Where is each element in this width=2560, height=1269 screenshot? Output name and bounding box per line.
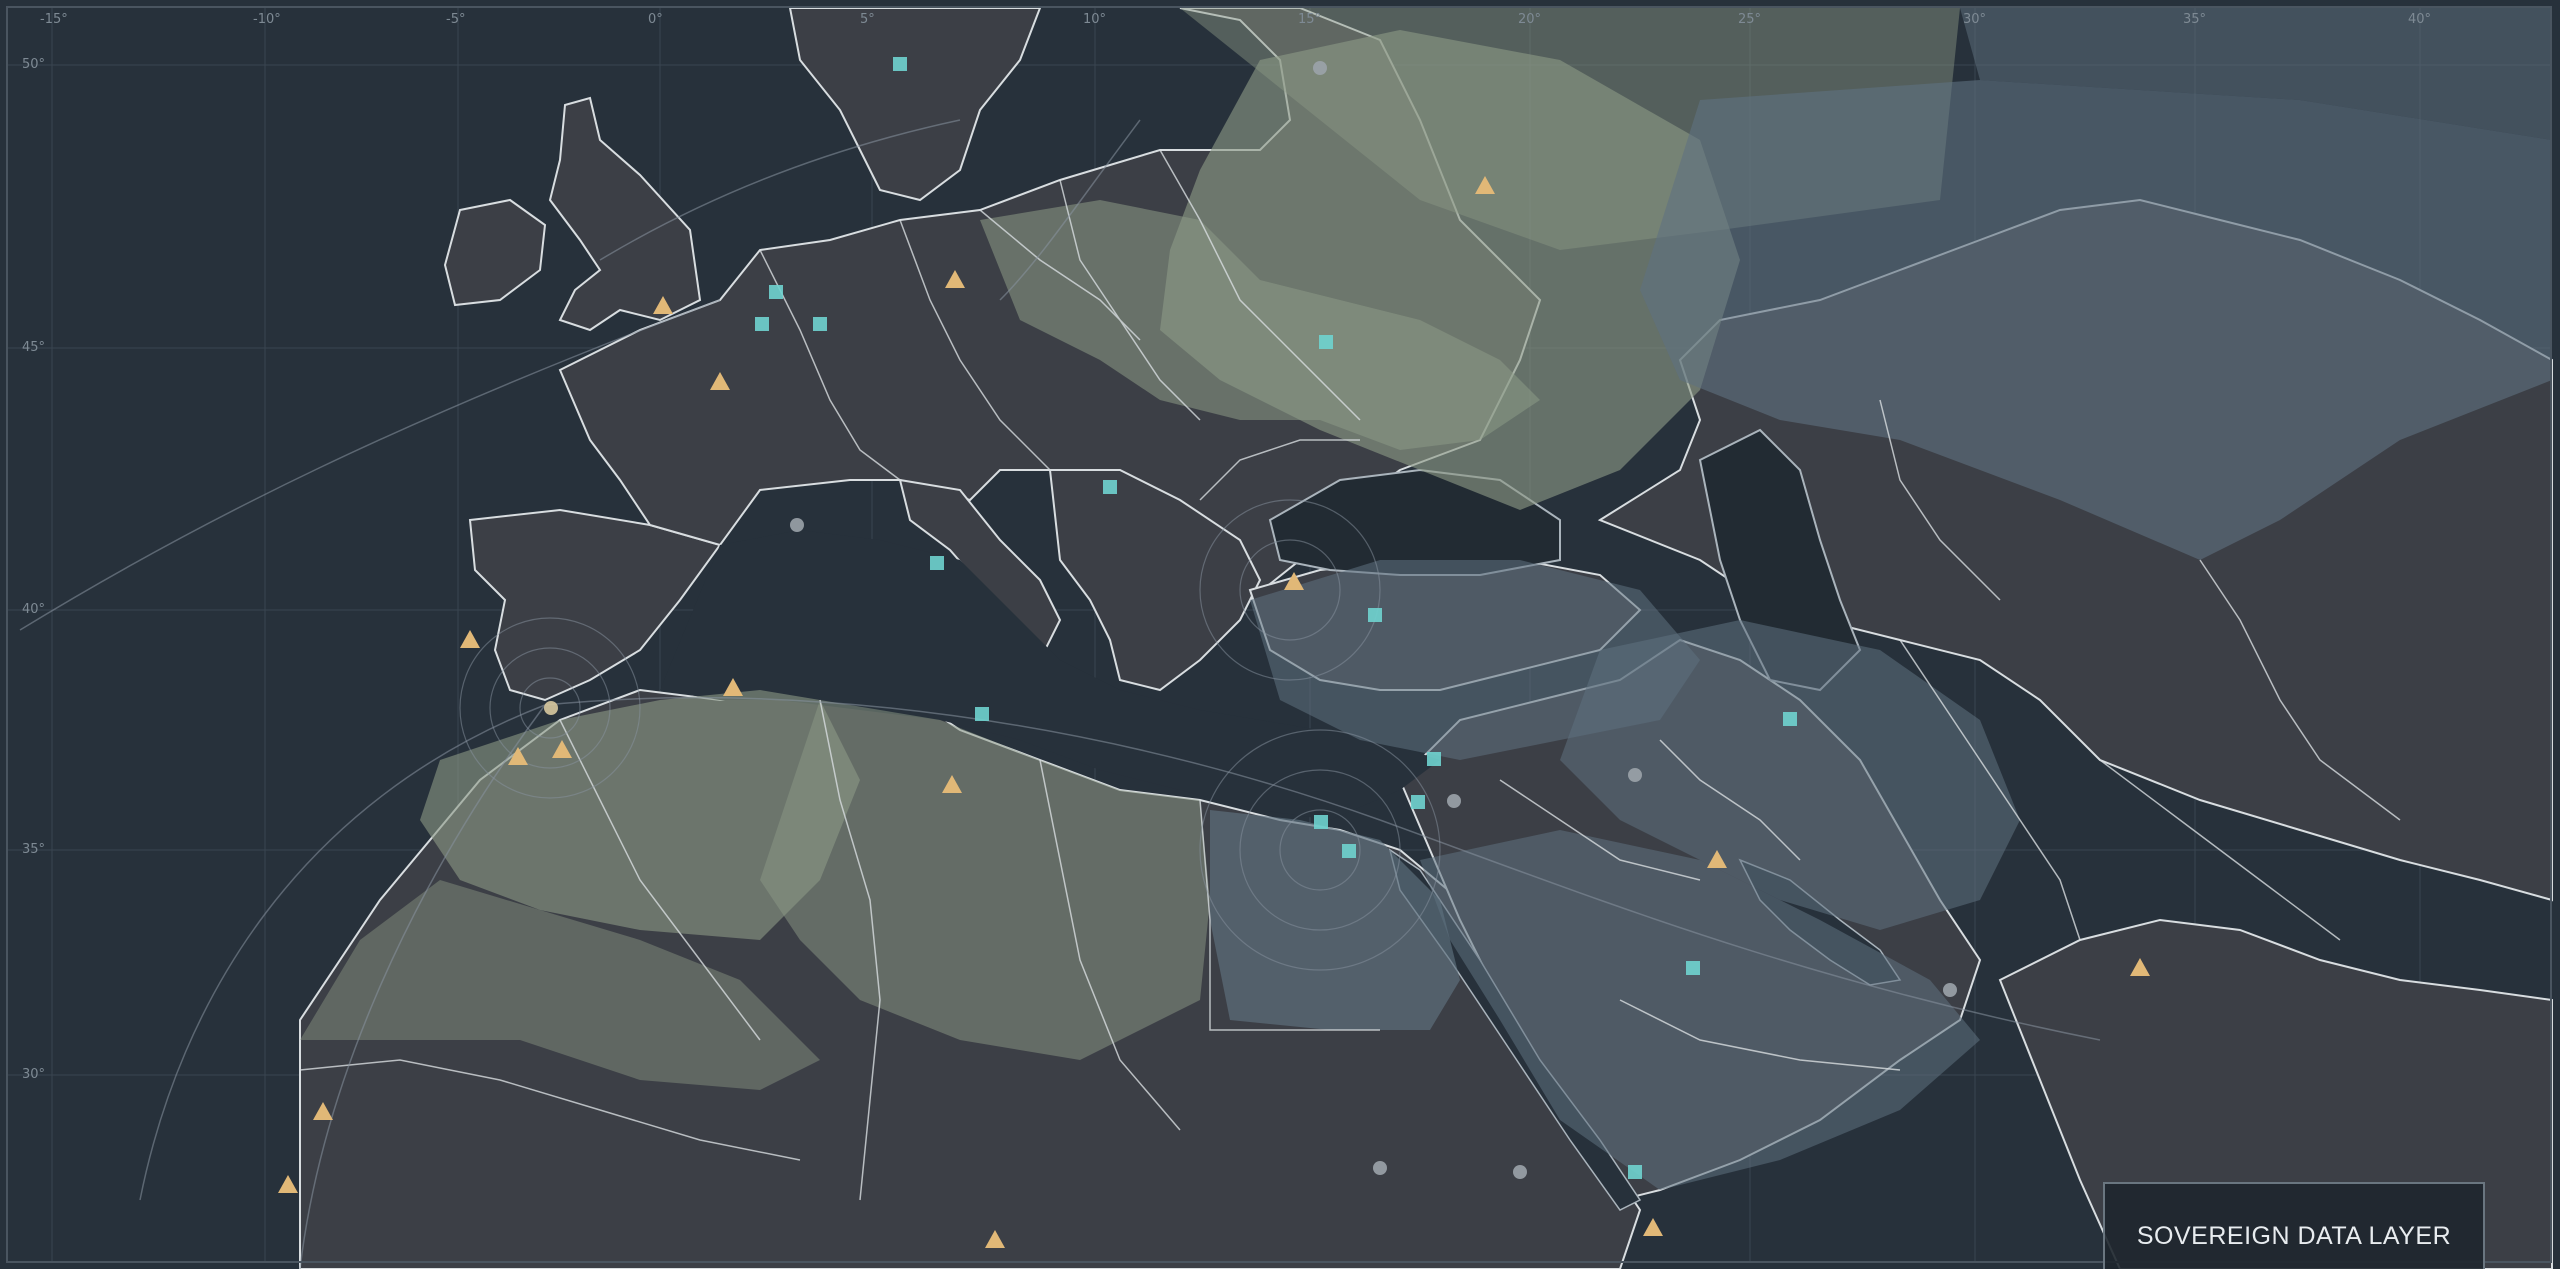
latitude-label: 50° [22, 57, 46, 72]
circle-marker[interactable] [1313, 61, 1327, 75]
longitude-label: 40° [2408, 12, 2432, 27]
region-egypt [1210, 810, 1460, 1030]
longitude-label: 25° [1738, 12, 1762, 27]
latitude-label: 30° [22, 1067, 46, 1082]
square-marker[interactable] [1103, 480, 1117, 494]
square-marker[interactable] [1628, 1165, 1642, 1179]
square-marker[interactable] [1319, 335, 1333, 349]
legend-title: SOVEREIGN DATA LAYER [2136, 1222, 2452, 1250]
longitude-label: -10° [253, 12, 281, 27]
longitude-label: 10° [1083, 12, 1107, 27]
longitude-label: 0° [648, 12, 663, 27]
square-marker[interactable] [1427, 752, 1441, 766]
longitude-label: -5° [446, 12, 466, 27]
triangle-marker[interactable] [1643, 1218, 1663, 1236]
circle-marker[interactable] [1447, 794, 1461, 808]
latitude-label: 40° [22, 602, 46, 617]
circle-marker[interactable] [1513, 1165, 1527, 1179]
map-view[interactable]: -15° -10° -5° 0° 5° 10° 15° 20° 25° 30° 35° 40° 50°… [0, 0, 2560, 1269]
square-marker[interactable] [975, 707, 989, 721]
square-marker[interactable] [1314, 815, 1328, 829]
triangle-marker[interactable] [460, 630, 480, 648]
land-ireland [443, 198, 547, 307]
square-marker[interactable] [893, 57, 907, 71]
circle-marker[interactable] [1373, 1161, 1387, 1175]
legend-box: SOVEREIGN DATA LAYER [2103, 1182, 2485, 1269]
square-marker[interactable] [930, 556, 944, 570]
square-marker[interactable] [769, 285, 783, 299]
circle-marker[interactable] [790, 518, 804, 532]
circle-marker[interactable] [1628, 768, 1642, 782]
triangle-marker[interactable] [278, 1175, 298, 1193]
longitude-label: -15° [40, 12, 68, 27]
square-marker[interactable] [1686, 961, 1700, 975]
square-marker[interactable] [1783, 712, 1797, 726]
square-marker[interactable] [755, 317, 769, 331]
latitude-label: 45° [22, 340, 46, 355]
circle-marker[interactable] [544, 701, 558, 715]
longitude-label: 5° [860, 12, 875, 27]
square-marker[interactable] [1342, 844, 1356, 858]
square-marker[interactable] [813, 317, 827, 331]
square-marker[interactable] [1368, 608, 1382, 622]
longitude-label: 20° [1518, 12, 1542, 27]
longitude-label: 15° [1298, 12, 1322, 27]
latitude-label: 35° [22, 842, 46, 857]
land-uk [548, 96, 702, 332]
circle-marker[interactable] [1943, 983, 1957, 997]
square-marker[interactable] [1411, 795, 1425, 809]
land-scandinavia [788, 7, 1042, 202]
map-canvas[interactable] [0, 0, 2560, 1269]
longitude-label: 30° [1963, 12, 1987, 27]
longitude-label: 35° [2183, 12, 2207, 27]
